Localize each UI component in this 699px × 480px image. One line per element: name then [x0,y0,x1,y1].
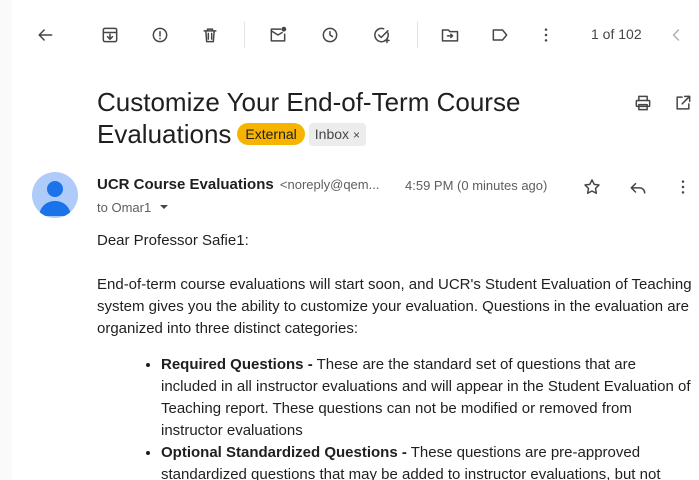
inbox-label-chip[interactable]: Inbox × [308,123,367,146]
open-in-new-window-icon[interactable] [671,91,695,115]
external-label-chip: External [237,123,305,145]
star-icon[interactable] [580,175,604,199]
list-item: Optional Standardized Questions - These … [161,442,693,480]
toolbar-divider [244,22,245,48]
toolbar-divider [417,22,418,48]
add-task-icon[interactable] [370,23,394,47]
caret-down-icon [159,205,168,209]
print-icon[interactable] [631,91,655,115]
greeting: Dear Professor Safie1: [97,232,249,249]
email-view: 1 of 102 Customize Your End-of-Term Cour… [12,0,699,480]
list-item: Required Questions - These are the stand… [161,354,693,442]
reply-icon[interactable] [626,175,650,199]
label-icon[interactable] [488,23,512,47]
mark-unread-icon[interactable] [266,23,290,47]
report-spam-icon[interactable] [148,23,172,47]
remove-label-icon[interactable]: × [353,128,360,142]
delete-icon[interactable] [198,23,222,47]
pagination-count: 1 of 102 [591,26,642,42]
avatar[interactable] [32,172,78,218]
sender-info: UCR Course Evaluations <noreply@qem... [97,176,379,193]
sender-name[interactable]: UCR Course Evaluations [97,176,274,193]
email-timestamp: 4:59 PM (0 minutes ago) [405,178,548,193]
snooze-icon[interactable] [318,23,342,47]
move-to-icon[interactable] [438,23,462,47]
question-categories-list: Required Questions - These are the stand… [97,354,693,480]
inbox-label-text: Inbox [314,126,350,142]
recipient-dropdown[interactable]: to Omar1 [97,200,169,215]
bullet-title: Required Questions - [161,356,313,373]
more-vert-icon[interactable] [534,23,558,47]
sender-email: <noreply@qem... [279,177,380,192]
recipient-text: to Omar1 [97,200,152,215]
email-subject: Customize Your End-of-Term Course Evalua… [97,86,567,150]
back-arrow-icon[interactable] [33,23,57,47]
chevron-left-icon[interactable] [664,23,688,47]
more-options-icon[interactable] [671,175,695,199]
archive-icon[interactable] [98,23,122,47]
body-paragraph: End-of-term course evaluations will star… [97,276,692,337]
email-body: Dear Professor Safie1: End-of-term cours… [97,230,693,480]
person-icon [39,181,71,216]
bullet-title: Optional Standardized Questions - [161,444,407,461]
